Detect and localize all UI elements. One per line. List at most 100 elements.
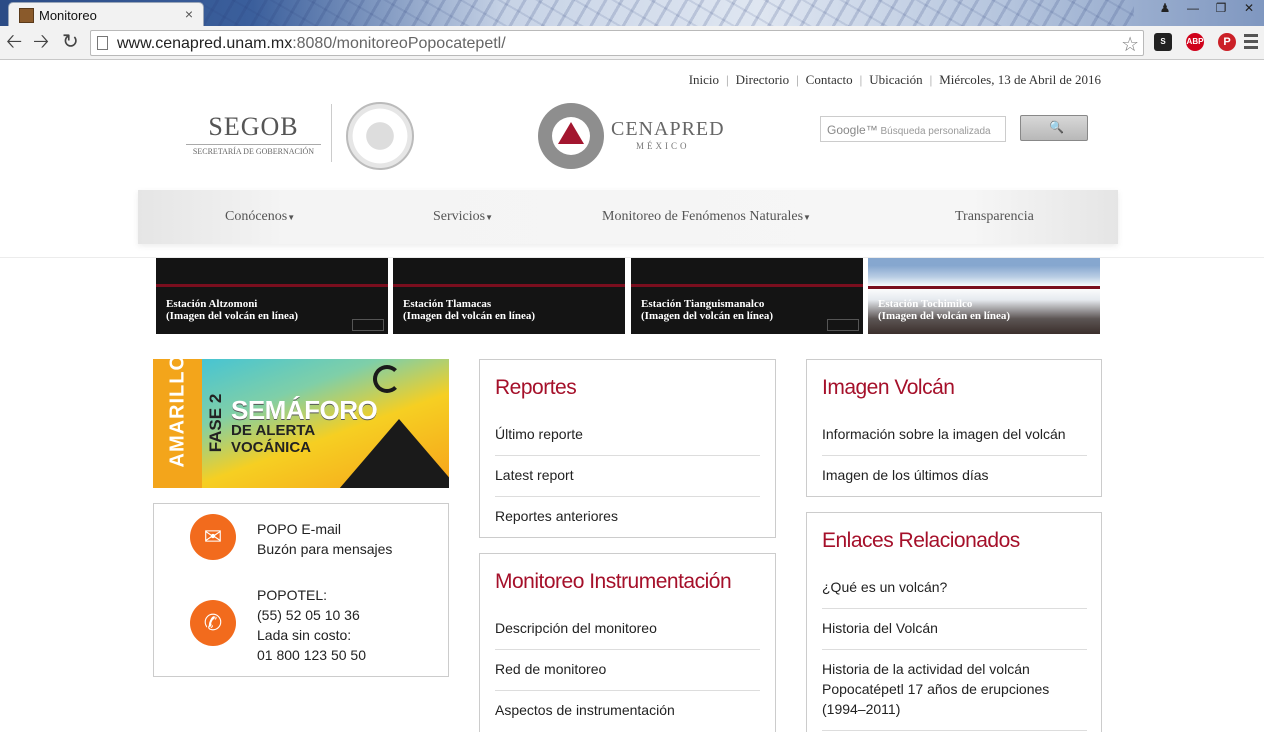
bookmark-star-icon[interactable]: ☆	[1121, 32, 1139, 57]
nav-monitoreo[interactable]: Monitoreo de Fenómenos Naturales▼	[602, 209, 811, 225]
link-que-es-volcan[interactable]: ¿Qué es un volcán?	[822, 577, 1087, 597]
browser-toolbar: 🡠 🡢 ↻ www.cenapred.unam.mx:8080/monitore…	[0, 26, 1264, 60]
email-subtitle: Buzón para mensajes	[257, 541, 393, 557]
pinterest-icon[interactable]: P	[1218, 33, 1236, 51]
divider	[822, 608, 1087, 609]
topnav-contacto[interactable]: Contacto	[806, 72, 853, 87]
smoke-icon	[373, 365, 401, 393]
divider	[822, 455, 1087, 456]
topnav-inicio[interactable]: Inicio	[689, 72, 719, 87]
caret-down-icon: ▼	[803, 213, 811, 222]
camera-watermark	[827, 319, 859, 331]
camera-tochimilco[interactable]: Estación Tochimilco (Imagen del volcán en…	[868, 258, 1100, 334]
favicon-icon	[19, 8, 34, 23]
camera-station: Estación Tianguismanalco	[641, 298, 765, 310]
search-button[interactable]: 🔍	[1020, 115, 1088, 141]
caret-down-icon: ▼	[485, 213, 494, 222]
url-host: www.cenapred.unam.mx	[117, 35, 293, 52]
link-descripcion-monitoreo[interactable]: Descripción del monitoreo	[495, 618, 760, 638]
cenapred-name: CENAPRED	[611, 118, 725, 140]
monitoreo-box: Monitoreo Instrumentación Descripción de…	[479, 553, 776, 732]
camera-altzomoni[interactable]: Estación Altzomoni (Imagen del volcán en …	[156, 258, 388, 334]
camera-caption: (Imagen del volcán en línea)	[166, 310, 298, 322]
nav-servicios[interactable]: Servicios▼	[433, 209, 493, 225]
menu-icon[interactable]	[1244, 34, 1258, 52]
reload-icon[interactable]: ↻	[62, 31, 79, 53]
logo-divider	[331, 104, 332, 162]
camera-tlamacas[interactable]: Estación Tlamacas (Imagen del volcán en l…	[393, 258, 625, 334]
camera-tianguismanalco[interactable]: Estación Tianguismanalco (Imagen del volc…	[631, 258, 863, 334]
monitoreo-title: Monitoreo Instrumentación	[495, 570, 732, 593]
link-reportes-anteriores[interactable]: Reportes anteriores	[495, 506, 760, 526]
divider	[495, 690, 760, 691]
search-icon: 🔍	[1049, 120, 1064, 134]
enlaces-box: Enlaces Relacionados ¿Qué es un volcán? …	[806, 512, 1102, 732]
link-historia-actividad[interactable]: Historia de la actividad del volcán Popo…	[822, 659, 1087, 719]
envelope-icon[interactable]: ✉	[190, 514, 236, 560]
divider	[822, 730, 1087, 731]
topnav-directorio[interactable]: Directorio	[736, 72, 789, 87]
nav-conocenos[interactable]: Conócenos▼	[225, 209, 295, 225]
window-controls: ♟ — ❐ ✕	[1156, 1, 1258, 15]
google-label: Google™	[827, 123, 878, 137]
forward-arrow-icon[interactable]: 🡢	[33, 31, 49, 53]
imagen-volcan-title: Imagen Volcán	[822, 376, 955, 399]
segob-name: SEGOB	[208, 112, 299, 141]
camera-watermark	[352, 319, 384, 331]
top-nav: Inicio | Directorio | Contacto | Ubicación | Mié…	[688, 72, 1101, 87]
back-arrow-icon[interactable]: 🡠	[6, 31, 22, 53]
phone-number: (55) 52 05 10 36	[257, 607, 360, 623]
link-red-monitoreo[interactable]: Red de monitoreo	[495, 659, 760, 679]
page-icon	[97, 36, 108, 50]
segob-logo[interactable]: SEGOB SECRETARÍA DE GOBERNACIÓN	[186, 112, 321, 156]
camera-station: Estación Tochimilco	[878, 298, 973, 310]
caret-down-icon: ▼	[287, 213, 296, 222]
divider	[495, 455, 760, 456]
tab-title: Monitoreo	[39, 8, 97, 23]
toll-free-label: Lada sin costo:	[257, 627, 352, 643]
divider	[822, 649, 1087, 650]
user-icon[interactable]: ♟	[1156, 1, 1174, 15]
reportes-title: Reportes	[495, 376, 577, 399]
camera-station: Estación Tlamacas	[403, 298, 492, 310]
extension-s-icon[interactable]: S	[1154, 33, 1172, 51]
email-title[interactable]: POPO E-mail	[257, 519, 392, 539]
semaforo-banner[interactable]: AMARILLO FASE 2 SEMÁFORO DE ALERTA VOCÁN…	[153, 359, 449, 488]
phone-title: POPOTEL:	[257, 587, 328, 603]
semaforo-line1: DE ALERTA	[231, 422, 316, 439]
toll-free-number: 01 800 123 50 50	[257, 647, 366, 663]
link-latest-report[interactable]: Latest report	[495, 465, 760, 485]
enlaces-title: Enlaces Relacionados	[822, 529, 1020, 552]
topnav-ubicacion[interactable]: Ubicación	[869, 72, 922, 87]
url-path: :8080/monitoreoPopocatepetl/	[292, 35, 506, 52]
cenapred-subtitle: MÉXICO	[636, 141, 690, 151]
contact-box: ✉ POPO E-mail Buzón para mensajes ✆ POPO…	[153, 503, 449, 677]
link-aspectos-instrumentacion[interactable]: Aspectos de instrumentación	[495, 700, 760, 720]
url-text[interactable]: www.cenapred.unam.mx:8080/monitoreoPopoc…	[117, 35, 506, 53]
address-bar[interactable]: www.cenapred.unam.mx:8080/monitoreoPopoc…	[90, 30, 1144, 56]
imagen-volcan-box: Imagen Volcán Información sobre la image…	[806, 359, 1102, 497]
divider	[495, 496, 760, 497]
restore-icon[interactable]: ❐	[1212, 1, 1230, 15]
phone-icon: ✆	[190, 600, 236, 646]
alert-phase: FASE 2	[206, 393, 225, 453]
search-input[interactable]: Google™ Búsqueda personalizada	[820, 116, 1006, 142]
browser-tab[interactable]: Monitoreo ×	[8, 2, 204, 28]
camera-caption: (Imagen del volcán en línea)	[403, 310, 535, 322]
segob-subtitle: SECRETARÍA DE GOBERNACIÓN	[186, 144, 321, 156]
minimize-icon[interactable]: —	[1184, 1, 1202, 15]
close-window-icon[interactable]: ✕	[1240, 1, 1258, 15]
main-nav: Conócenos▼ Servicios▼ Monitoreo de Fenóm…	[138, 190, 1118, 244]
divider	[495, 649, 760, 650]
link-ultimo-reporte[interactable]: Último reporte	[495, 424, 760, 444]
search-placeholder: Búsqueda personalizada	[880, 126, 991, 137]
tab-close-icon[interactable]: ×	[185, 6, 193, 22]
camera-caption: (Imagen del volcán en línea)	[641, 310, 773, 322]
cenapred-emblem-icon[interactable]	[538, 103, 604, 169]
camera-station: Estación Altzomoni	[166, 298, 258, 310]
nav-transparencia[interactable]: Transparencia	[955, 209, 1034, 225]
link-info-imagen[interactable]: Información sobre la imagen del volcán	[822, 424, 1087, 444]
adblock-icon[interactable]: ABP	[1186, 33, 1204, 51]
link-historia-volcan[interactable]: Historia del Volcán	[822, 618, 1087, 638]
link-imagen-ultimos-dias[interactable]: Imagen de los últimos días	[822, 465, 1087, 485]
